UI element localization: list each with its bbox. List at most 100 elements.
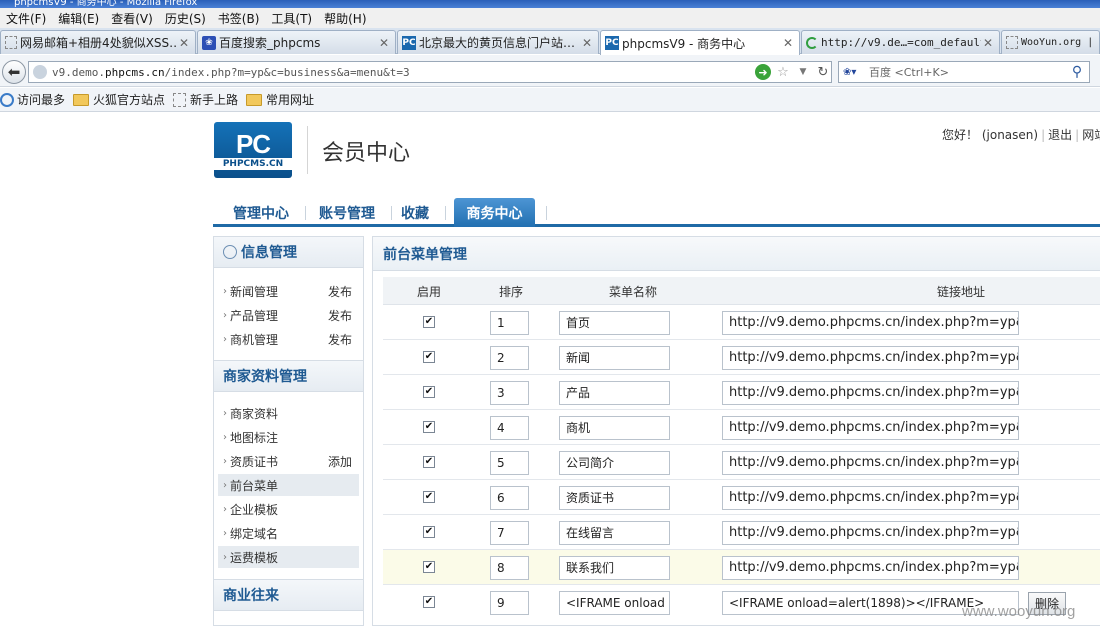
publish-link[interactable]: 发布 [328,307,352,324]
sidebar-item-products[interactable]: › 产品管理 发布 [218,304,359,326]
menu-bookmarks[interactable]: 书签(B) [212,10,266,27]
order-input[interactable]: 3 [490,381,529,405]
link-url-input[interactable]: http://v9.demo.phpcms.cn/index.php?m=yp&… [722,311,1019,335]
publish-link[interactable]: 发布 [328,331,352,348]
logout-link[interactable]: 退出 [1048,128,1072,142]
menu-name-input[interactable]: 资质证书 [559,486,670,510]
browser-tab[interactable]: 网易邮箱+相册4处貌似XSS… ✕ [0,30,196,54]
address-text[interactable]: v9.demo.phpcms.cn/index.php?m=yp&c=busin… [52,66,751,79]
table-row: ✔ 3 产品 http://v9.demo.phpcms.cn/index.ph… [383,375,1100,410]
tab-label: http://v9.de…=com_default [821,36,981,49]
menu-name-input[interactable]: 在线留言 [559,521,670,545]
menu-name-input[interactable]: 首页 [559,311,670,335]
magnifier-icon[interactable]: ⚲ [1069,64,1085,80]
reload-icon[interactable]: ↻ [815,64,831,80]
close-icon[interactable]: ✕ [377,36,391,50]
add-link[interactable]: 添加 [328,453,352,470]
link-url-input[interactable]: http://v9.demo.phpcms.cn/index.php?m=yp&… [722,451,1019,475]
browser-tab[interactable]: PC 北京最大的黄页信息门户站… ✕ [397,30,599,54]
menu-edit[interactable]: 编辑(E) [52,10,105,27]
order-input[interactable]: 2 [490,346,529,370]
link-url-input[interactable]: http://v9.demo.phpcms.cn/index.php?m=yp&… [722,486,1019,510]
link-url-input[interactable]: http://v9.demo.phpcms.cn/index.php?m=yp&… [722,381,1019,405]
link-url-input[interactable]: http://v9.demo.phpcms.cn/index.php?m=yp&… [722,556,1019,580]
search-input[interactable]: ❀▾ 百度 <Ctrl+K> ⚲ [838,61,1090,83]
sidebar-item-shipping[interactable]: › 运费模板 [218,546,359,568]
menu-name-input[interactable]: 产品 [559,381,670,405]
table-row-highlighted: ✔ 8 联系我们 http://v9.demo.phpcms.cn/index.… [383,550,1100,585]
section-title: 信息管理 [241,245,297,261]
bookmark-most-visited[interactable]: 访问最多 [0,91,65,108]
bookmark-getting-started[interactable]: 新手上路 [173,91,238,108]
baidu-icon[interactable]: ❀▾ [843,67,869,78]
order-input[interactable]: 6 [490,486,529,510]
enabled-checkbox[interactable]: ✔ [423,351,435,363]
enabled-checkbox[interactable]: ✔ [423,456,435,468]
globe-icon [33,65,47,79]
order-input[interactable]: 9 [490,591,529,615]
bookmark-common-sites[interactable]: 常用网址 [246,91,314,108]
sidebar-item-merchant-info[interactable]: › 商家资料 [218,402,359,424]
close-icon[interactable]: ✕ [177,36,191,50]
tab-favorites[interactable]: 收藏 [395,198,435,227]
menu-help[interactable]: 帮助(H) [318,10,372,27]
enabled-checkbox[interactable]: ✔ [423,561,435,573]
menu-name-input[interactable]: 公司简介 [559,451,670,475]
menu-file[interactable]: 文件(F) [0,10,52,27]
link-url-input[interactable]: http://v9.demo.phpcms.cn/index.php?m=yp&… [722,346,1019,370]
sidebar-item-map[interactable]: › 地图标注 [218,426,359,448]
menu-name-input[interactable]: 新闻 [559,346,670,370]
tab-management-center[interactable]: 管理中心 [223,198,299,227]
browser-tab-active[interactable]: PC phpcmsV9 - 商务中心 ✕ [600,30,800,55]
close-icon[interactable]: ✕ [981,36,995,50]
username-link[interactable]: (jonasen) [982,128,1038,142]
sidebar-section-business[interactable]: 商业往来 [214,579,363,611]
close-icon[interactable]: ✕ [781,36,795,50]
sidebar-item-opportunities[interactable]: › 商机管理 发布 [218,328,359,350]
tab-business-center[interactable]: 商务中心 [454,198,535,227]
order-input[interactable]: 1 [490,311,529,335]
menu-name-input[interactable]: 联系我们 [559,556,670,580]
sidebar-section-info[interactable]: 信息管理 [214,236,363,268]
menu-view[interactable]: 查看(V) [105,10,159,27]
browser-tab[interactable]: ❀ 百度搜索_phpcms ✕ [197,30,396,54]
tab-account[interactable]: 账号管理 [309,198,385,227]
browser-tab[interactable]: http://v9.de…=com_default ✕ [801,30,1000,54]
back-arrow-icon[interactable]: ⬅ [2,60,26,84]
enabled-checkbox[interactable]: ✔ [423,596,435,608]
enabled-checkbox[interactable]: ✔ [423,421,435,433]
order-input[interactable]: 4 [490,416,529,440]
star-icon[interactable]: ☆ [775,64,791,80]
browser-tab[interactable]: WooYun.org | [1001,30,1100,54]
enabled-checkbox[interactable]: ✔ [423,316,435,328]
go-icon[interactable]: ➜ [755,64,771,80]
menu-name-input[interactable]: 商机 [559,416,670,440]
order-input[interactable]: 5 [490,451,529,475]
menu-tools[interactable]: 工具(T) [265,10,318,27]
menu-history[interactable]: 历史(S) [159,10,212,27]
close-icon[interactable]: ✕ [580,36,594,50]
menu-name-input[interactable]: <IFRAME onload [559,591,670,615]
address-bar[interactable]: v9.demo.phpcms.cn/index.php?m=yp&c=busin… [28,61,832,83]
page-icon [5,36,17,49]
enabled-checkbox[interactable]: ✔ [423,491,435,503]
chevron-down-icon[interactable]: ▼ [795,64,811,80]
enabled-checkbox[interactable]: ✔ [423,386,435,398]
enabled-checkbox[interactable]: ✔ [423,526,435,538]
tab-label: 百度搜索_phpcms [219,36,321,50]
bookmark-firefox-site[interactable]: 火狐官方站点 [73,91,165,108]
link-url-input[interactable]: http://v9.demo.phpcms.cn/index.php?m=yp&… [722,521,1019,545]
link-url-input[interactable]: http://v9.demo.phpcms.cn/index.php?m=yp&… [722,416,1019,440]
sidebar-section-merchant[interactable]: 商家资料管理 [214,360,363,392]
site-link[interactable]: 网站 [1082,128,1100,142]
sidebar-item-templates[interactable]: › 企业模板 [218,498,359,520]
col-link: 链接地址 [937,285,986,299]
publish-link[interactable]: 发布 [328,283,352,300]
sidebar-item-certificates[interactable]: › 资质证书 添加 [218,450,359,472]
sidebar-item-front-menu[interactable]: › 前台菜单 [218,474,359,496]
sidebar-item-domain[interactable]: › 绑定域名 [218,522,359,544]
phpcms-logo[interactable]: PC PHPCMS.CN [214,122,292,178]
order-input[interactable]: 8 [490,556,529,580]
order-input[interactable]: 7 [490,521,529,545]
sidebar-item-news[interactable]: › 新闻管理 发布 [218,280,359,302]
